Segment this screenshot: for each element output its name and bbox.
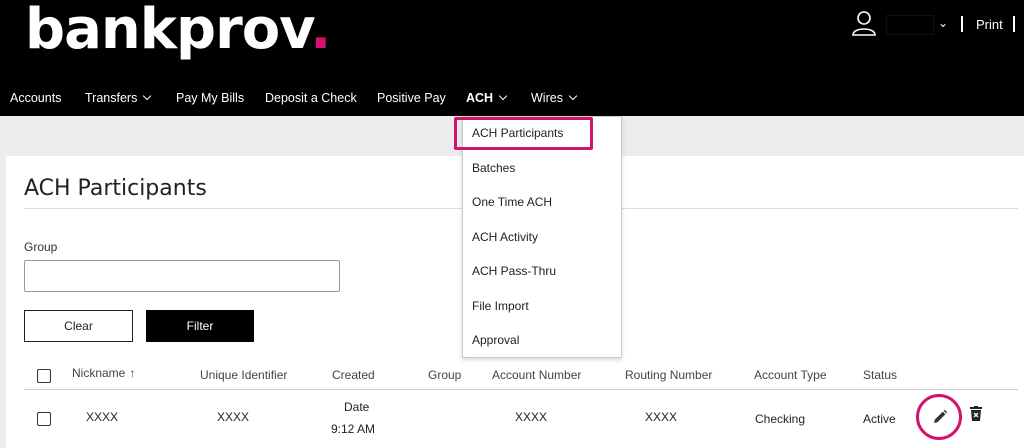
menu-item-approval[interactable]: Approval — [472, 333, 519, 347]
chevron-down-icon — [568, 91, 578, 101]
top-bar: bankprov. ⌄ Print Accounts Transfers Pay… — [0, 0, 1024, 116]
menu-item-one-time-ach[interactable]: One Time ACH — [472, 195, 552, 209]
column-header-unique-identifier[interactable]: Unique Identifier — [200, 368, 287, 382]
column-header-account-number[interactable]: Account Number — [492, 368, 581, 382]
cell-status: Active — [863, 412, 896, 426]
cell-account-number: XXXX — [515, 410, 548, 424]
main-nav: Accounts Transfers Pay My Bills Deposit … — [0, 91, 1024, 109]
chevron-down-icon — [498, 91, 508, 101]
cell-routing-number: XXXX — [645, 410, 678, 424]
column-header-nickname[interactable]: Nickname ↑ — [72, 366, 135, 380]
column-header-status[interactable]: Status — [863, 368, 897, 382]
column-header-group[interactable]: Group — [428, 368, 461, 382]
nav-ach[interactable]: ACH — [466, 91, 508, 105]
nav-accounts[interactable]: Accounts — [10, 91, 61, 105]
menu-item-ach-pass-thru[interactable]: ACH Pass-Thru — [472, 264, 556, 278]
column-header-routing-number[interactable]: Routing Number — [625, 368, 712, 382]
clear-button[interactable]: Clear — [24, 310, 133, 342]
nav-wires[interactable]: Wires — [531, 91, 578, 105]
row-checkbox[interactable] — [37, 412, 51, 426]
column-header-created[interactable]: Created — [332, 368, 375, 382]
ach-dropdown-menu: ACH Participants Batches One Time ACH AC… — [454, 116, 622, 358]
nav-pay-my-bills[interactable]: Pay My Bills — [176, 91, 244, 105]
cell-nickname: XXXX — [86, 410, 119, 424]
cell-unique-identifier: XXXX — [217, 410, 250, 424]
sort-ascending-icon: ↑ — [129, 366, 136, 380]
user-icon[interactable] — [851, 10, 877, 36]
select-all-checkbox[interactable] — [37, 369, 51, 383]
nav-positive-pay[interactable]: Positive Pay — [377, 91, 446, 105]
brand-logo[interactable]: bankprov. — [25, 0, 331, 60]
page-title: ACH Participants — [24, 176, 207, 201]
menu-item-ach-activity[interactable]: ACH Activity — [472, 230, 538, 244]
menu-item-batches[interactable]: Batches — [472, 161, 515, 175]
divider — [1013, 16, 1015, 32]
nav-ach-label: ACH — [466, 91, 494, 105]
nav-transfers[interactable]: Transfers — [85, 91, 152, 105]
print-link[interactable]: Print — [976, 17, 1003, 32]
column-nickname-label: Nickname — [72, 366, 126, 380]
edit-button[interactable] — [916, 394, 962, 440]
nav-deposit-a-check[interactable]: Deposit a Check — [265, 91, 357, 105]
cell-account-type: Checking — [755, 412, 806, 426]
group-label: Group — [24, 240, 58, 254]
menu-item-file-import[interactable]: File Import — [472, 299, 529, 313]
user-menu-chevron-icon[interactable]: ⌄ — [938, 16, 948, 30]
filter-button[interactable]: Filter — [146, 310, 254, 342]
trash-icon[interactable] — [969, 406, 983, 422]
chevron-down-icon — [143, 91, 152, 101]
cell-created-date: Date — [344, 400, 370, 414]
divider — [24, 389, 1018, 390]
column-header-account-type[interactable]: Account Type — [754, 368, 827, 382]
user-name-redacted[interactable] — [886, 15, 934, 35]
nav-transfers-label: Transfers — [85, 91, 138, 105]
nav-wires-label: Wires — [531, 91, 563, 105]
divider — [961, 16, 963, 32]
cell-created-time: 9:12 AM — [331, 422, 376, 436]
menu-item-ach-participants[interactable]: ACH Participants — [472, 126, 563, 140]
pencil-icon — [934, 409, 948, 423]
group-input[interactable] — [24, 260, 340, 292]
